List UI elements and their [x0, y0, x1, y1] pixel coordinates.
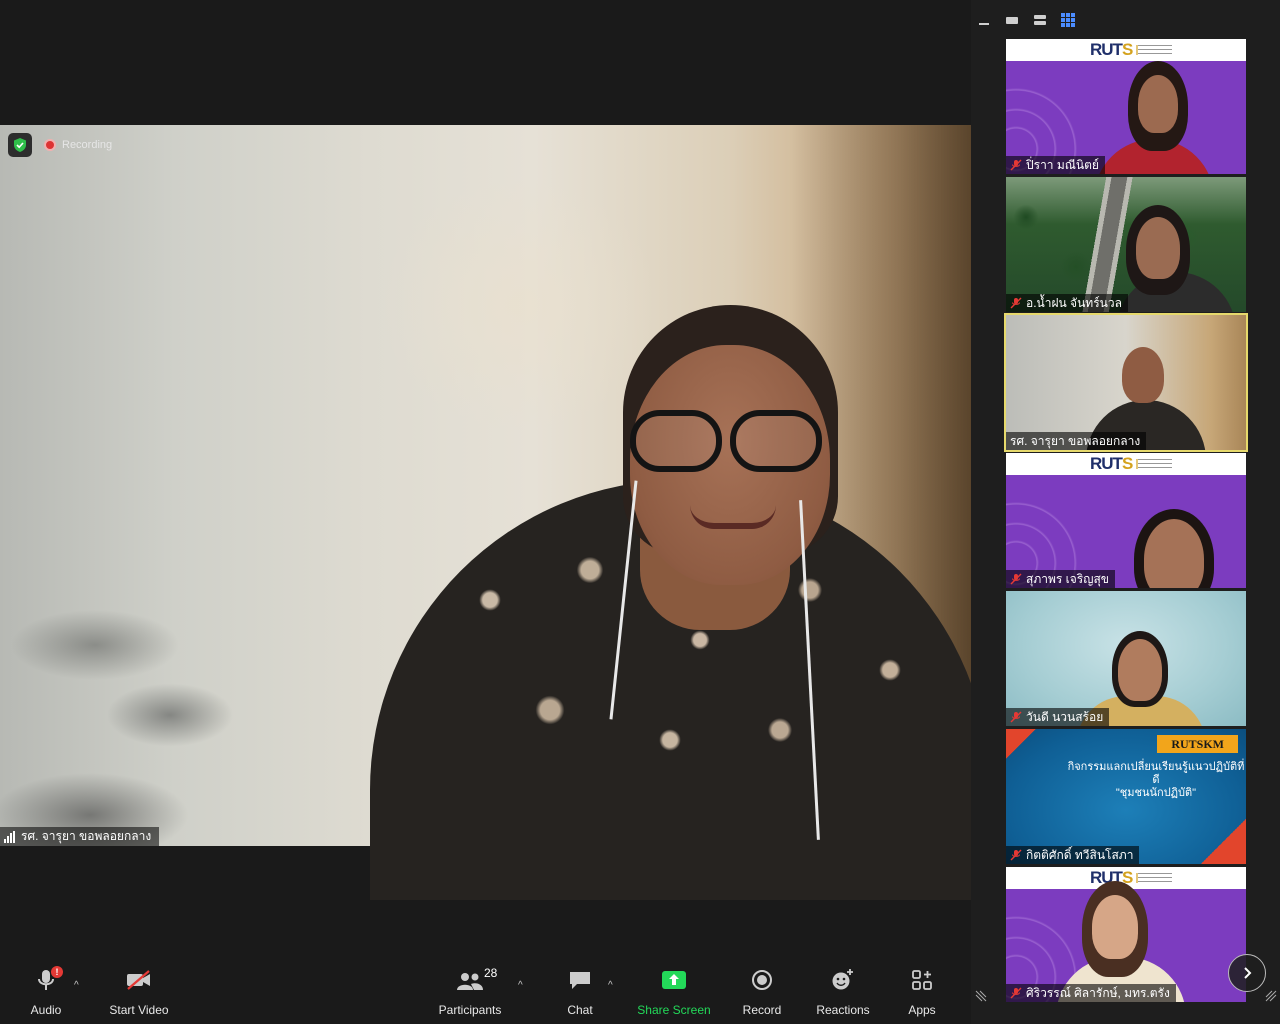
gallery-view-button[interactable]: [1060, 12, 1076, 28]
chat-bubble-icon: [570, 972, 590, 989]
participant-name: อ.น้ำฝน จันทร์นวล: [1026, 295, 1122, 310]
mic-muted-icon: [1010, 297, 1022, 309]
participant-name-tag: สุภาพร เจริญสุข: [1006, 570, 1115, 588]
mic-muted-icon: [1010, 159, 1022, 171]
single-video-view-button[interactable]: [1004, 12, 1020, 28]
participant-name: วันดี นวนสร้อย: [1026, 709, 1104, 724]
speaker-view-button[interactable]: [1032, 12, 1048, 28]
participant-name-tag: ปิ่ราา มณีนิตย์: [1006, 156, 1105, 174]
participant-tile[interactable]: อ.น้ำฝน จันทร์นวล: [1006, 177, 1246, 312]
participant-tile[interactable]: RUTS ปิ่ราา มณีนิตย์: [1006, 39, 1246, 174]
signal-strength-icon: [4, 830, 15, 843]
participant-tile[interactable]: RUTS สุภาพร เจริญสุข: [1006, 453, 1246, 588]
chat-options-caret[interactable]: ^: [608, 980, 613, 991]
apps-label: Apps: [908, 1003, 936, 1017]
resize-grip-icon[interactable]: [975, 990, 987, 1002]
participant-face: [1118, 639, 1162, 701]
participant-tile[interactable]: RUTSKM กิจกรรมแลกเปลี่ยนเรียนรู้แนวปฏิบั…: [1006, 729, 1246, 864]
apps-button[interactable]: Apps: [904, 960, 940, 1024]
participant-tile[interactable]: วันดี นวนสร้อย: [1006, 591, 1246, 726]
record-icon: [752, 970, 772, 990]
speaker-view-icon: [1034, 15, 1046, 25]
record-button[interactable]: Record: [742, 960, 782, 1024]
grid-icon: [1061, 13, 1075, 27]
minimize-icon: [979, 23, 989, 25]
minimize-view-button[interactable]: [976, 12, 992, 28]
participant-name: สุภาพร เจริญสุข: [1026, 571, 1109, 586]
start-video-button[interactable]: Start Video: [104, 960, 174, 1024]
audio-button[interactable]: ! Audio: [26, 960, 66, 1024]
resize-grip-icon[interactable]: [1265, 990, 1277, 1002]
share-screen-button[interactable]: Share Screen: [636, 960, 712, 1024]
participant-name: กิตติศักดิ์ ทวีสินโสภา: [1026, 847, 1134, 862]
mic-muted-icon: [1010, 987, 1022, 999]
recording-label: Recording: [62, 139, 113, 151]
audio-options-caret[interactable]: ^: [74, 980, 79, 991]
speaker-mouth: [690, 505, 776, 529]
meeting-toolbar: ! Audio ^ Start Video 28 Participants ^: [0, 960, 971, 1024]
shield-icon: [14, 138, 26, 152]
participant-face: [1138, 75, 1178, 133]
speaker-name: รศ. จารุยา ขอพลอยกลาง: [21, 829, 152, 843]
speaker-name-tag: รศ. จารุยา ขอพลอยกลาง: [0, 827, 160, 846]
chevron-right-icon: [1244, 967, 1252, 979]
banner-line-2: "ชุมชนนักปฏิบัติ": [1115, 787, 1197, 799]
reactions-button[interactable]: Reactions: [814, 960, 872, 1024]
banner-text: กิจกรรมแลกเปลี่ยนเรียนรู้แนวปฏิบัติที่ดี…: [1066, 761, 1246, 800]
single-view-icon: [1006, 17, 1018, 24]
glasses-left-lens: [630, 410, 722, 472]
view-controls: [976, 12, 1076, 28]
participant-face: [1122, 347, 1164, 403]
participant-name-tag: รศ. จารุยา ขอพลอยกลาง: [1006, 432, 1147, 450]
participant-tile[interactable]: RUTS ศิริวรรณ์ ศิลารักษ์, มทร.ตรัง: [1006, 867, 1246, 1002]
share-screen-icon: [662, 971, 686, 989]
mic-muted-icon: [1010, 573, 1022, 585]
chat-button[interactable]: Chat: [562, 960, 598, 1024]
participant-name: ศิริวรรณ์ ศิลารักษ์, มทร.ตรัง: [1026, 985, 1170, 1000]
participant-name-tag: วันดี นวนสร้อย: [1006, 708, 1110, 726]
glasses-right-lens: [730, 410, 822, 472]
apps-icon: [912, 970, 932, 990]
participant-name-tag: กิตติศักดิ์ ทวีสินโสภา: [1006, 846, 1140, 864]
participants-button[interactable]: 28 Participants: [436, 960, 504, 1024]
participant-face: [1136, 217, 1180, 279]
reactions-label: Reactions: [816, 1003, 870, 1017]
security-shield-button[interactable]: [8, 133, 32, 157]
banner-line-1: กิจกรรมแลกเปลี่ยนเรียนรู้แนวปฏิบัติที่ดี: [1067, 761, 1245, 786]
participants-icon: [457, 973, 483, 990]
participant-name: ปิ่ราา มณีนิตย์: [1026, 157, 1099, 172]
chat-label: Chat: [567, 1003, 593, 1017]
mic-muted-icon: [1010, 849, 1022, 861]
participant-name-tag: อ.น้ำฝน จันทร์นวล: [1006, 294, 1128, 312]
participants-options-caret[interactable]: ^: [518, 980, 523, 991]
next-page-button[interactable]: [1228, 954, 1266, 992]
participant-name-tag: ศิริวรรณ์ ศิลารักษ์, มทร.ตรัง: [1006, 984, 1176, 1002]
participant-name: รศ. จารุยา ขอพลอยกลาง: [1010, 433, 1141, 448]
record-dot-icon: [44, 139, 56, 151]
record-label: Record: [742, 1003, 782, 1017]
participant-face: [1092, 895, 1138, 959]
participant-tile-active[interactable]: รศ. จารุยา ขอพลอยกลาง: [1004, 313, 1248, 452]
start-video-label: Start Video: [109, 1003, 169, 1017]
audio-label: Audio: [30, 1003, 62, 1017]
participants-count: 28: [484, 966, 498, 980]
rutskm-banner-label: RUTSKM: [1157, 735, 1238, 753]
mic-muted-icon: [1010, 711, 1022, 723]
audio-alert-badge: !: [51, 966, 63, 978]
video-off-icon: [127, 970, 150, 990]
share-screen-label: Share Screen: [637, 1003, 711, 1017]
smiley-add-icon: [832, 969, 853, 990]
ruts-logo: RUTS: [1090, 40, 1173, 59]
participants-label: Participants: [438, 1003, 502, 1017]
recording-indicator[interactable]: Recording: [44, 136, 112, 154]
ruts-logo: RUTS: [1090, 454, 1173, 473]
